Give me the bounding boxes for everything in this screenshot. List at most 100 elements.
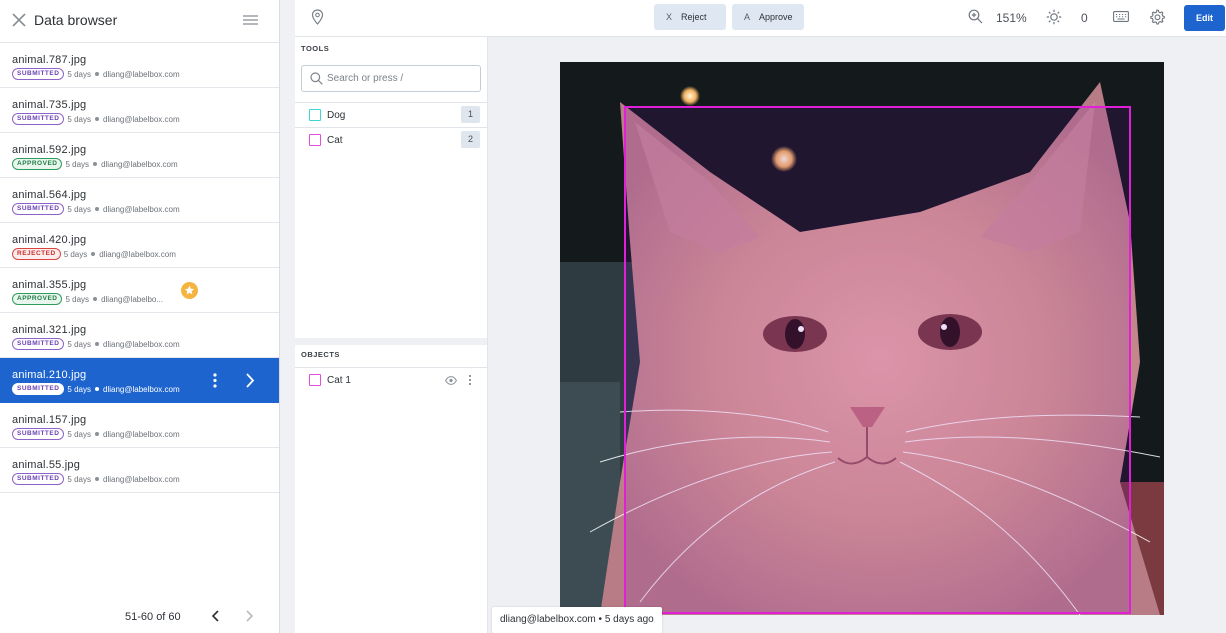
asset-age: 5 days [67, 69, 91, 79]
separator-dot [95, 342, 99, 346]
close-icon[interactable] [12, 13, 26, 27]
asset-meta: SUBMITTED 5 days dliang@labelbox.com [12, 473, 180, 485]
asset-meta: SUBMITTED 5 days dliang@labelbox.com [12, 203, 180, 215]
asset-user: dliang@labelbox.com [103, 339, 180, 349]
list-item[interactable]: animal.420.jpg REJECTED 5 days dliang@label… [0, 223, 279, 268]
approve-button[interactable]: A Approve [732, 4, 804, 30]
reject-shortcut-key: X [665, 12, 672, 22]
separator-dot [95, 477, 99, 481]
asset-meta: SUBMITTED 5 days dliang@labelbox.com [12, 113, 180, 125]
asset-user: dliang@labelbox.com [103, 474, 180, 484]
tool-search[interactable] [301, 65, 481, 92]
asset-age: 5 days [63, 249, 88, 259]
status-badge: SUBMITTED [12, 383, 65, 395]
asset-name: animal.735.jpg [12, 99, 87, 111]
list-item[interactable]: animal.787.jpg SUBMITTED 5 days dliang@labe… [0, 43, 279, 88]
separator-dot [95, 117, 99, 121]
chevron-left-icon[interactable] [210, 610, 222, 622]
asset-user: dliang@labelbox.com [103, 204, 180, 214]
search-icon [310, 72, 323, 85]
asset-meta: SUBMITTED 5 days dliang@labelbox.com [12, 68, 180, 80]
asset-age: 5 days [65, 159, 90, 169]
asset-user: dliang@labelbox.com [103, 429, 180, 439]
status-badge: SUBMITTED [12, 113, 65, 125]
list-item[interactable]: animal.355.jpg APPROVED 5 days dliang@label… [0, 268, 279, 313]
gear-icon[interactable] [1149, 9, 1165, 25]
asset-meta: SUBMITTED 5 days dliang@labelbox.com [12, 338, 180, 350]
asset-age: 5 days [67, 114, 91, 124]
separator-dot [95, 432, 99, 436]
asset-name: animal.787.jpg [12, 54, 87, 66]
asset-age: 5 days [65, 294, 90, 304]
asset-meta: REJECTED 5 days dliang@labelbox.com [12, 248, 176, 260]
status-badge: REJECTED [12, 248, 61, 260]
panel-divider[interactable] [279, 0, 295, 633]
list-item[interactable]: animal.157.jpg SUBMITTED 5 days dliang@labe… [0, 403, 279, 448]
object-color-swatch [309, 374, 321, 386]
asset-user: dliang@labelbox.com [101, 159, 178, 169]
sidebar-header: Data browser [0, 0, 279, 43]
zoom-in-icon[interactable] [968, 9, 983, 24]
list-item[interactable]: animal.321.jpg SUBMITTED 5 days dliang@labe… [0, 313, 279, 358]
separator-dot [95, 387, 99, 391]
more-vertical-icon[interactable] [467, 374, 473, 386]
asset-age: 5 days [67, 429, 91, 439]
brightness-value: 0 [1081, 11, 1088, 25]
status-badge: SUBMITTED [12, 338, 65, 350]
object-row-cat-1[interactable]: Cat 1 [295, 367, 487, 392]
asset-name: animal.321.jpg [12, 324, 87, 336]
status-badge: APPROVED [12, 293, 63, 305]
tool-dog[interactable]: Dog 1 [295, 102, 487, 127]
status-badge: SUBMITTED [12, 203, 65, 215]
label-panel: TOOLS Dog 1 Cat 2 OBJECTS Cat 1 [295, 37, 488, 633]
reject-button[interactable]: X Reject [654, 4, 726, 30]
tool-cat[interactable]: Cat 2 [295, 127, 487, 152]
status-badge: APPROVED [12, 158, 63, 170]
asset-name: animal.157.jpg [12, 414, 87, 426]
separator-dot [93, 297, 98, 301]
labeling-canvas[interactable]: dliang@labelbox.com • 5 days ago [488, 37, 1226, 633]
star-icon[interactable] [181, 282, 198, 299]
search-input[interactable] [327, 70, 475, 87]
asset-user: dliang@labelbox.com [103, 69, 180, 79]
asset-age: 5 days [67, 384, 91, 394]
location-pin-icon[interactable] [311, 9, 324, 25]
asset-meta: APPROVED 5 days dliang@labelbox.com [12, 158, 178, 170]
asset-user: dliang@labelbox.com [99, 249, 176, 259]
eye-icon[interactable] [445, 376, 457, 385]
list-item[interactable]: animal.564.jpg SUBMITTED 5 days dliang@labe… [0, 178, 279, 223]
object-label: Cat 1 [327, 375, 351, 386]
chevron-right-icon[interactable] [243, 610, 255, 622]
pagination: 51-60 of 60 [0, 598, 279, 633]
asset-name: animal.420.jpg [12, 234, 87, 246]
tool-cat-label: Cat [327, 135, 343, 146]
list-item[interactable]: animal.735.jpg SUBMITTED 5 days dliang@labe… [0, 88, 279, 133]
approve-shortcut-key: A [743, 12, 750, 22]
list-item[interactable]: animal.592.jpg APPROVED 5 days dliang@label… [0, 133, 279, 178]
separator-dot [93, 162, 98, 166]
dog-color-swatch [309, 109, 321, 121]
pagination-label: 51-60 of 60 [125, 611, 181, 623]
section-separator [295, 338, 487, 345]
sidebar-title: Data browser [34, 12, 118, 28]
tool-dog-label: Dog [327, 110, 346, 121]
asset-meta: SUBMITTED 5 days dliang@labelbox.com [12, 383, 180, 395]
more-vertical-icon[interactable] [209, 372, 221, 389]
list-item[interactable]: animal.55.jpg SUBMITTED 5 days dliang@label… [0, 448, 279, 493]
separator-dot [91, 252, 96, 256]
separator-dot [95, 72, 99, 76]
status-badge: SUBMITTED [12, 68, 65, 80]
list-item[interactable]: animal.210.jpg SUBMITTED 5 days dliang@labe… [0, 358, 279, 403]
cat-bounding-box[interactable] [624, 106, 1131, 614]
chevron-right-icon[interactable] [243, 372, 257, 389]
asset-name: animal.55.jpg [12, 459, 81, 471]
approve-label: Approve [759, 12, 793, 22]
brightness-icon[interactable] [1046, 9, 1062, 25]
tool-cat-hotkey: 2 [461, 131, 480, 148]
zoom-level: 151% [996, 11, 1027, 25]
keyboard-icon[interactable] [1113, 11, 1129, 22]
asset-age: 5 days [67, 204, 91, 214]
objects-section-title: OBJECTS [301, 350, 340, 359]
edit-button[interactable]: Edit [1184, 5, 1225, 31]
hamburger-menu-icon[interactable] [243, 13, 258, 27]
